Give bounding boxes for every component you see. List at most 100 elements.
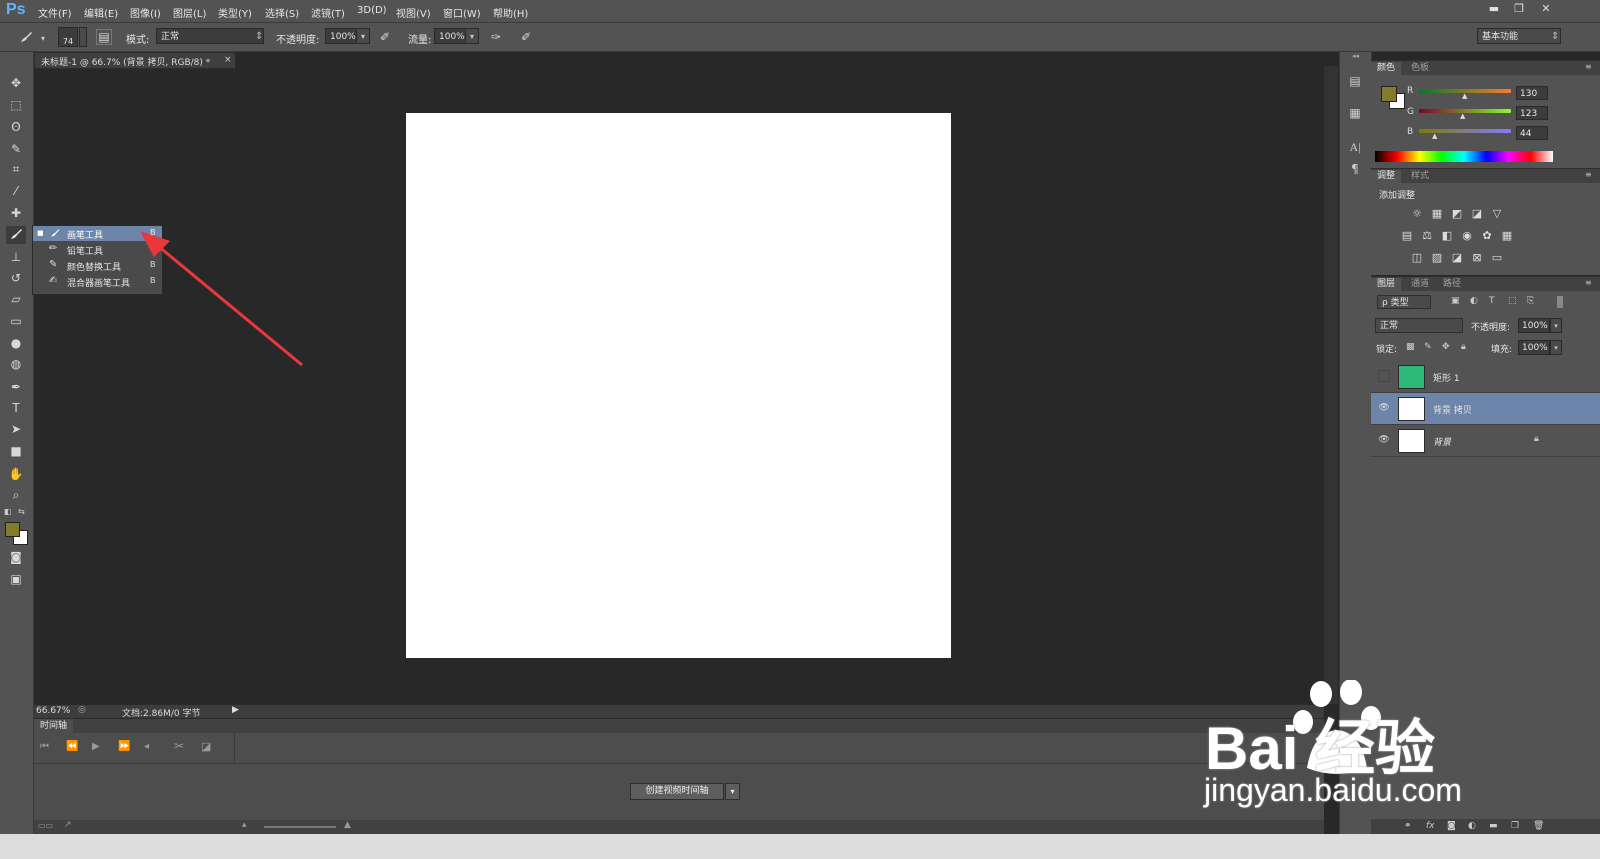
- foreground-color-swatch[interactable]: [5, 522, 20, 537]
- new-layer-icon[interactable]: ❐: [1511, 821, 1519, 831]
- menu-3d[interactable]: 3D(D): [357, 5, 387, 16]
- minimize-button[interactable]: ▬: [1484, 2, 1504, 16]
- brush-preset-dropdown[interactable]: ▾: [38, 31, 48, 43]
- dodge-tool-icon[interactable]: ◍: [6, 355, 26, 373]
- b-slider-handle-icon[interactable]: ▲: [1432, 132, 1437, 140]
- vibrance-icon[interactable]: ▽: [1490, 207, 1504, 221]
- g-value-field[interactable]: 123: [1516, 106, 1548, 120]
- r-value-field[interactable]: 130: [1516, 86, 1548, 100]
- timeline-zoom-slider[interactable]: [264, 826, 336, 828]
- levels-icon[interactable]: ▦: [1430, 207, 1444, 221]
- screen-mode-icon[interactable]: ▣: [6, 570, 26, 588]
- photo-filter-icon[interactable]: ◉: [1460, 229, 1474, 243]
- new-group-icon[interactable]: ▬: [1489, 821, 1498, 831]
- default-colors-icon[interactable]: ◧: [4, 507, 12, 516]
- brush-size-stepper[interactable]: [79, 27, 87, 47]
- next-frame-icon[interactable]: ⏩: [118, 741, 130, 752]
- fill-dropdown[interactable]: ▾: [1550, 340, 1562, 355]
- menu-window[interactable]: 窗口(W): [443, 5, 481, 20]
- audio-icon[interactable]: ◂: [144, 741, 149, 752]
- timeline-mode-dropdown[interactable]: ▾: [725, 783, 740, 800]
- layer-style-icon[interactable]: fx: [1426, 821, 1435, 831]
- history-brush-tool-icon[interactable]: ↺: [6, 269, 26, 287]
- flow-field[interactable]: 100%: [434, 28, 466, 44]
- timeline-frames-icon[interactable]: ▭▭: [38, 821, 53, 830]
- properties-panel-icon[interactable]: ▦: [1346, 104, 1364, 122]
- lasso-tool-icon[interactable]: ʘ: [6, 118, 26, 136]
- delete-layer-icon[interactable]: 🗑︎: [1533, 821, 1544, 831]
- opacity-field[interactable]: 100%: [325, 28, 357, 44]
- mode-select[interactable]: 正常: [156, 28, 264, 44]
- zoom-out-timeline-icon[interactable]: ▴: [242, 820, 247, 830]
- filter-smart-object-icon[interactable]: ⎘: [1527, 296, 1534, 306]
- eye-icon[interactable]: 👁︎: [1378, 434, 1390, 446]
- lock-pixels-icon[interactable]: ✎: [1424, 342, 1432, 352]
- split-scissors-icon[interactable]: ✂: [174, 739, 184, 753]
- pressure-opacity-icon[interactable]: ✐: [377, 29, 393, 45]
- filter-adjustment-icon[interactable]: ◐: [1470, 296, 1478, 306]
- menu-layer[interactable]: 图层(L): [173, 5, 206, 20]
- filter-shape-icon[interactable]: ⬚: [1508, 296, 1517, 306]
- r-slider-handle-icon[interactable]: ▲: [1462, 92, 1467, 100]
- crop-tool-icon[interactable]: ⌗: [6, 160, 26, 178]
- menu-view[interactable]: 视图(V): [396, 5, 431, 20]
- tab-paths[interactable]: 路径: [1437, 278, 1467, 291]
- layer-opacity-field[interactable]: 100%: [1518, 318, 1550, 333]
- adjustments-panel-menu-icon[interactable]: ≡: [1585, 170, 1592, 179]
- menu-edit[interactable]: 编辑(E): [84, 5, 118, 20]
- color-lookup-icon[interactable]: ▦: [1500, 229, 1514, 243]
- black-white-icon[interactable]: ◧: [1440, 229, 1454, 243]
- dock-collapse-icon[interactable]: ◂◂: [1340, 52, 1371, 60]
- lock-all-icon[interactable]: 🔒︎: [1461, 342, 1466, 352]
- zoom-sync-icon[interactable]: ◎: [78, 705, 86, 715]
- posterize-icon[interactable]: ▨: [1430, 251, 1444, 265]
- foreground-color-chip[interactable]: [1381, 86, 1397, 102]
- clone-stamp-tool-icon[interactable]: ⊥: [6, 248, 26, 266]
- lock-transparent-icon[interactable]: ▩: [1406, 342, 1415, 352]
- quick-select-tool-icon[interactable]: ✎: [6, 140, 26, 158]
- brush-tool-icon[interactable]: [6, 226, 26, 244]
- layer-row[interactable]: 👁︎ 背景 🔒︎: [1371, 425, 1600, 457]
- transition-icon[interactable]: ◪: [201, 740, 211, 753]
- brightness-contrast-icon[interactable]: ☼: [1410, 207, 1424, 221]
- path-selection-tool-icon[interactable]: ➤: [6, 420, 26, 438]
- paragraph-panel-icon[interactable]: ¶: [1346, 160, 1364, 178]
- go-first-frame-icon[interactable]: ⏮: [40, 741, 49, 752]
- type-tool-icon[interactable]: T: [6, 399, 26, 417]
- color-panel-menu-icon[interactable]: ≡: [1585, 62, 1592, 71]
- swap-colors-icon[interactable]: ⇆: [18, 507, 25, 516]
- opacity-dropdown[interactable]: ▾: [356, 28, 370, 44]
- tab-color[interactable]: 颜色: [1371, 62, 1402, 75]
- quick-mask-icon[interactable]: ◙: [6, 548, 26, 566]
- document-tab-close-button[interactable]: ×: [224, 55, 232, 65]
- exposure-icon[interactable]: ◪: [1470, 207, 1484, 221]
- character-panel-icon[interactable]: A|: [1346, 138, 1364, 156]
- canvas-vertical-scrollbar[interactable]: [1324, 66, 1338, 704]
- color-spectrum-ramp[interactable]: [1375, 151, 1553, 162]
- menu-image[interactable]: 图像(I): [130, 5, 161, 20]
- menu-filter[interactable]: 滤镜(T): [311, 5, 345, 20]
- blend-mode-select[interactable]: 正常: [1375, 318, 1463, 333]
- tab-adjustments[interactable]: 调整: [1371, 170, 1402, 183]
- brush-panel-toggle-icon[interactable]: ▤: [96, 29, 112, 45]
- link-layers-icon[interactable]: ⚭: [1404, 821, 1412, 831]
- timeline-tab[interactable]: 时间轴: [34, 719, 74, 733]
- menu-help[interactable]: 帮助(H): [493, 5, 528, 20]
- brush-size-field[interactable]: 74: [58, 27, 78, 47]
- brush-preset-icon[interactable]: [18, 29, 34, 45]
- tab-layers[interactable]: 图层: [1371, 278, 1402, 291]
- layer-mask-icon[interactable]: ◙: [1447, 821, 1456, 831]
- document-tab[interactable]: 未标题-1 @ 66.7% (背景 拷贝, RGB/8) * ×: [34, 52, 236, 69]
- layer-name[interactable]: 背景 拷贝: [1433, 403, 1472, 416]
- restore-button[interactable]: ❐: [1509, 2, 1529, 16]
- status-menu-arrow-icon[interactable]: ▶: [232, 705, 239, 715]
- tab-channels[interactable]: 通道: [1405, 278, 1435, 291]
- gradient-tool-icon[interactable]: ▭: [6, 312, 26, 330]
- eyedropper-tool-icon[interactable]: ⁄: [6, 182, 26, 200]
- zoom-tool-icon[interactable]: ⌕: [6, 486, 26, 504]
- flow-dropdown[interactable]: ▾: [465, 28, 479, 44]
- fill-field[interactable]: 100%: [1518, 340, 1550, 355]
- menu-select[interactable]: 选择(S): [265, 5, 299, 20]
- create-video-timeline-button[interactable]: 创建视频时间轴: [630, 783, 724, 800]
- move-tool-icon[interactable]: ✥: [6, 74, 26, 92]
